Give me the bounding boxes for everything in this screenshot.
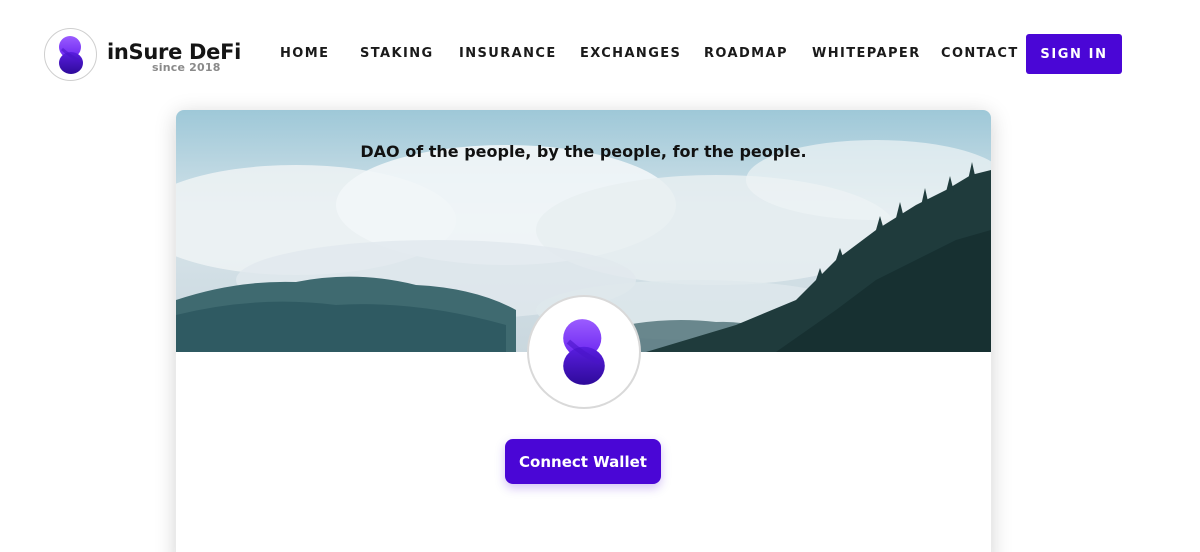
sign-in-button[interactable]: SIGN IN <box>1026 34 1122 74</box>
brand-tagline: since 2018 <box>152 61 221 74</box>
insure-s-logo-icon <box>44 28 97 81</box>
insure-s-logo-large-icon <box>563 319 605 385</box>
dao-avatar <box>527 295 641 409</box>
nav-roadmap[interactable]: ROADMAP <box>704 46 788 61</box>
brand-home-link[interactable]: inSure DeFi since 2018 <box>44 28 244 82</box>
connect-wallet-button[interactable]: Connect Wallet <box>505 439 661 484</box>
nav-exchanges[interactable]: EXCHANGES <box>580 46 681 61</box>
nav-whitepaper[interactable]: WHITEPAPER <box>812 46 921 61</box>
dao-card: DAO of the people, by the people, for th… <box>176 110 991 552</box>
nav-contact[interactable]: CONTACT <box>941 46 1019 61</box>
nav-staking[interactable]: STAKING <box>360 46 434 61</box>
card-tagline: DAO of the people, by the people, for th… <box>360 142 807 161</box>
site-header: inSure DeFi since 2018 HOME STAKING INSU… <box>0 0 1200 110</box>
nav-insurance[interactable]: INSURANCE <box>459 46 557 61</box>
nav-home[interactable]: HOME <box>280 46 329 61</box>
